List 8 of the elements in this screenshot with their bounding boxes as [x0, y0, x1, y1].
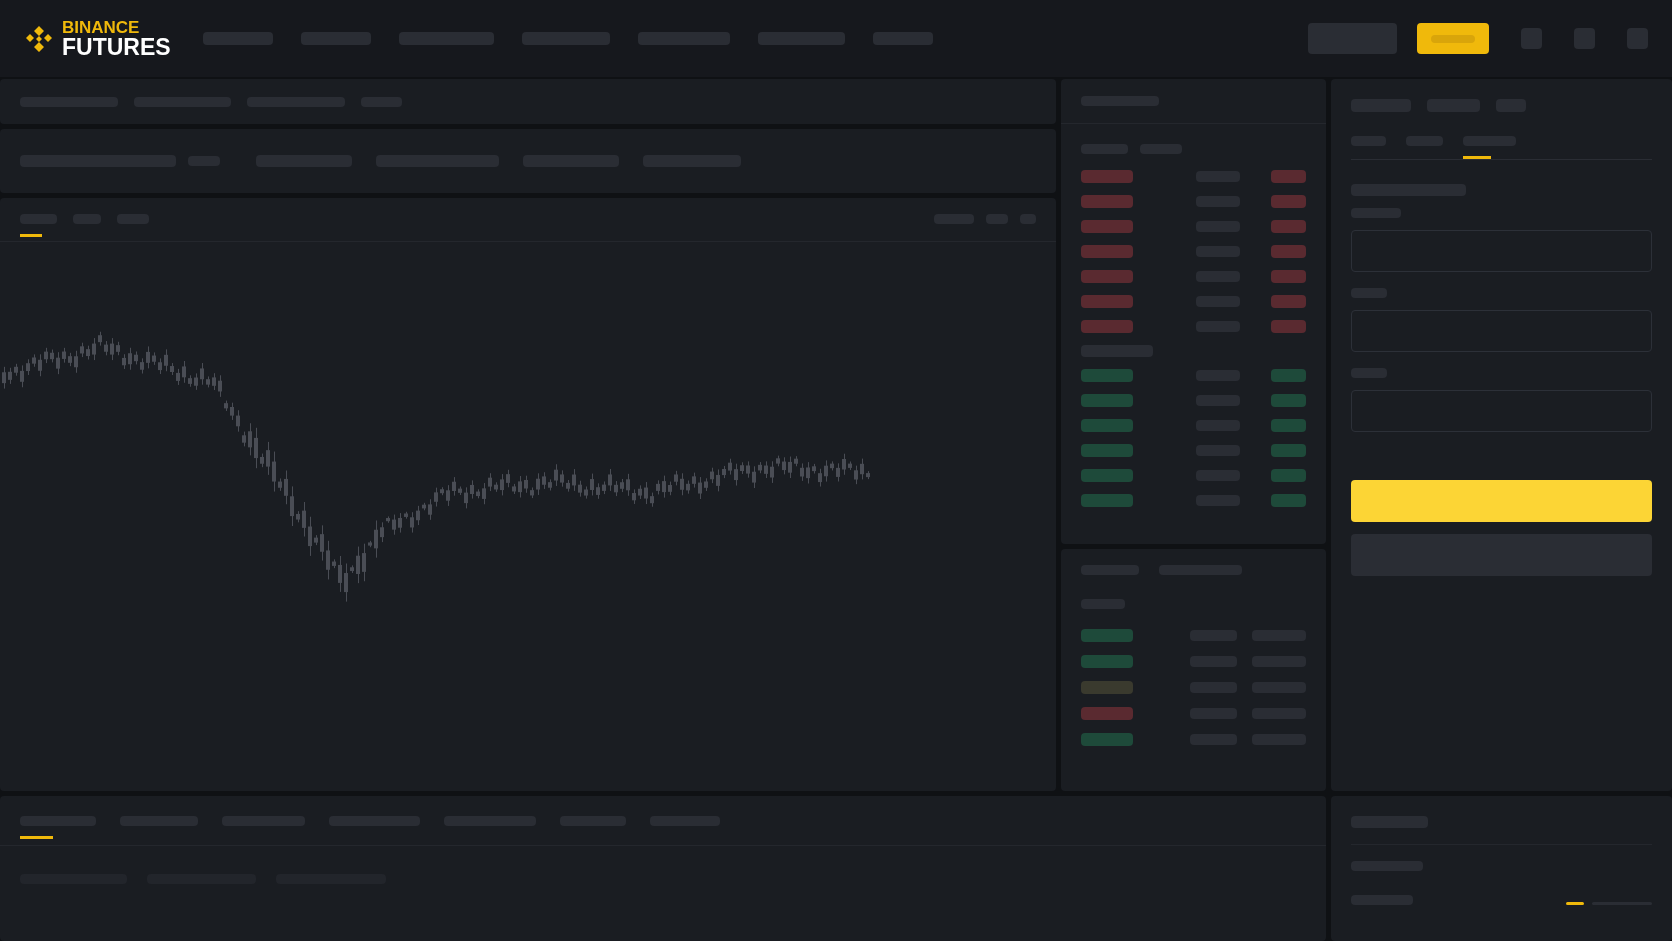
- buy-button[interactable]: [1351, 480, 1652, 522]
- tab[interactable]: [20, 816, 96, 839]
- tab[interactable]: [1463, 136, 1516, 159]
- product-name: FUTURES: [62, 35, 171, 59]
- brand-name: BINANCE: [62, 18, 141, 36]
- logo-icon: [24, 23, 54, 54]
- register-button[interactable]: [1417, 23, 1489, 54]
- tab[interactable]: [20, 214, 57, 237]
